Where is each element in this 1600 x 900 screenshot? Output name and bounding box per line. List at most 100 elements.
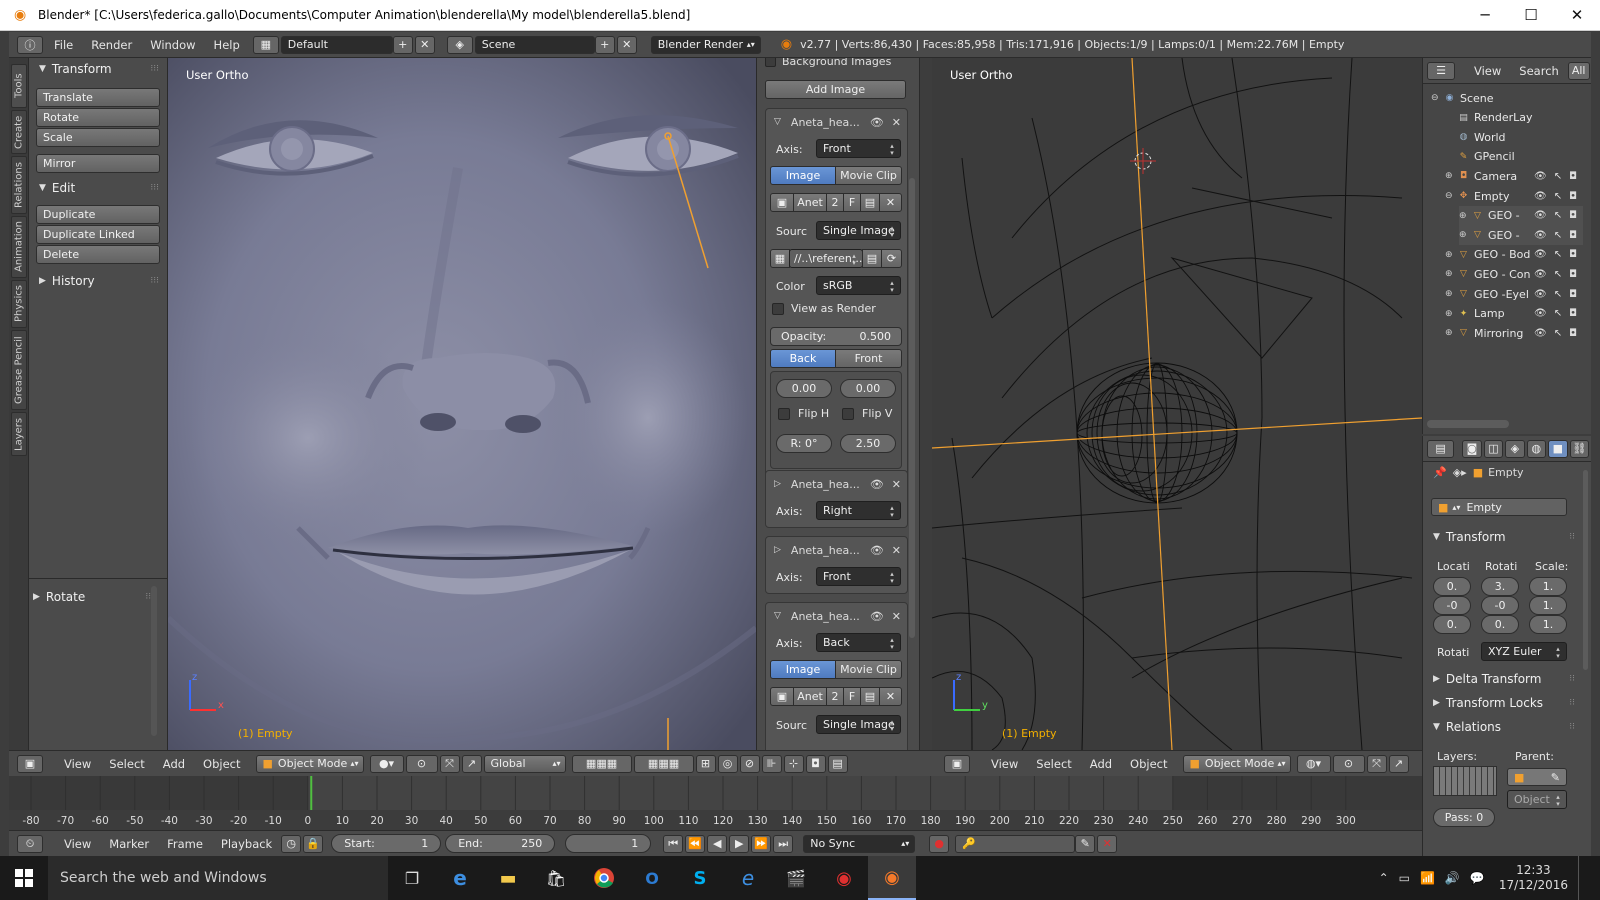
- play-icon[interactable]: ▶: [729, 834, 750, 853]
- play-reverse-icon[interactable]: ◀: [707, 834, 728, 853]
- color-space-select[interactable]: sRGB: [816, 276, 901, 295]
- scale-y-field[interactable]: 1.: [1529, 596, 1567, 615]
- orientation-select[interactable]: Global ▴▾: [483, 754, 566, 773]
- remove-scene-icon[interactable]: ✕: [616, 35, 637, 54]
- taskbar-clock[interactable]: 12:33 17/12/2016: [1499, 863, 1568, 893]
- start-frame-field[interactable]: Start: 1: [331, 834, 442, 853]
- expand-toggle-icon[interactable]: ⊕: [1445, 309, 1457, 319]
- preview-range-icon[interactable]: ◷: [281, 834, 302, 853]
- expand-toggle-icon[interactable]: ⊕: [1445, 289, 1457, 299]
- store-icon[interactable]: 🛍: [532, 856, 580, 900]
- menu-object[interactable]: Object: [194, 757, 249, 771]
- axis-select[interactable]: Front: [816, 139, 901, 158]
- selectable-arrow-icon[interactable]: ↖: [1554, 308, 1562, 319]
- visibility-eye-icon[interactable]: 👁: [1534, 230, 1547, 241]
- wifi-icon[interactable]: 📶: [1420, 871, 1435, 885]
- screen-layout-icon[interactable]: ▦: [252, 35, 279, 54]
- axis-select[interactable]: Back: [816, 633, 901, 652]
- opacity-slider[interactable]: Opacity: 0.500: [770, 327, 902, 346]
- render-anim-icon[interactable]: ▤: [827, 754, 848, 773]
- bg-images-checkbox[interactable]: [765, 58, 776, 67]
- notifications-icon[interactable]: 💬: [1470, 871, 1485, 885]
- parent-field[interactable]: ■ ✎: [1507, 768, 1567, 786]
- image-path-field[interactable]: //..\referen...: [789, 249, 863, 268]
- mode-select[interactable]: ■ Object Mode ▴▾: [1182, 754, 1291, 773]
- render-camera-icon[interactable]: ◘: [1569, 289, 1577, 300]
- rotation-y-field[interactable]: -0: [1481, 596, 1519, 615]
- movie-maker-icon[interactable]: 🎬: [772, 856, 820, 900]
- translate-manipulator-icon[interactable]: ↗: [1388, 754, 1409, 773]
- remove-layout-icon[interactable]: ✕: [414, 35, 435, 54]
- remove-icon[interactable]: ✕: [892, 610, 901, 623]
- screen-layout-field[interactable]: Default: [280, 35, 393, 54]
- outliner-item[interactable]: ⊕ ▽ GEO - 👁 ↖ ◘: [1459, 225, 1583, 246]
- editor-type-3dview-icon[interactable]: ▣: [17, 754, 43, 773]
- bg-panel-scrollbar[interactable]: [909, 178, 915, 638]
- viewport-right-wireframe[interactable]: User Ortho z y (1) Empty: [932, 58, 1422, 750]
- image-datablock-name[interactable]: Anet: [793, 687, 827, 706]
- translate-button[interactable]: Translate: [36, 88, 160, 107]
- add-scene-icon[interactable]: +: [594, 35, 615, 54]
- outliner-item[interactable]: ⊕ ◘ Camera 👁 ↖ ◘: [1445, 166, 1583, 186]
- shading-solid-icon[interactable]: ●▾: [369, 754, 404, 773]
- properties-scrollbar[interactable]: [1583, 470, 1588, 670]
- open-image-icon[interactable]: ▤: [860, 687, 880, 706]
- last-operator-panel-header[interactable]: ▶ Rotate ⁝⁝⁝: [23, 586, 162, 608]
- file-explorer-icon[interactable]: ▬: [484, 856, 532, 900]
- outliner-item[interactable]: ▤ RenderLay: [1445, 108, 1583, 128]
- menu-select[interactable]: Select: [1027, 757, 1080, 771]
- menu-render[interactable]: Render: [82, 38, 141, 52]
- image-browse-icon[interactable]: ▣: [770, 687, 794, 706]
- draw-back-toggle[interactable]: Back: [770, 349, 836, 368]
- delta-transform-header[interactable]: ▶ Delta Transform ⁝⁝: [1423, 668, 1583, 690]
- render-camera-icon[interactable]: ◘: [1569, 191, 1577, 202]
- remove-icon[interactable]: ✕: [892, 116, 901, 129]
- open-image-icon[interactable]: ▤: [860, 193, 880, 212]
- menu-help[interactable]: Help: [205, 38, 249, 52]
- sync-mode-select[interactable]: No Sync ▴▾: [803, 834, 916, 853]
- outliner-item[interactable]: ⊕ ▽ Mirroring 👁 ↖ ◘: [1445, 323, 1583, 343]
- location-z-field[interactable]: 0.: [1433, 615, 1471, 634]
- unlink-image-icon[interactable]: ✕: [879, 193, 902, 212]
- axis-select[interactable]: Right: [816, 501, 901, 520]
- selectable-arrow-icon[interactable]: ↖: [1554, 328, 1562, 339]
- taskbar-search-box[interactable]: Search the web and Windows: [48, 856, 388, 900]
- battery-icon[interactable]: ▭: [1399, 871, 1410, 885]
- menu-marker[interactable]: Marker: [100, 837, 158, 851]
- selectable-arrow-icon[interactable]: ↖: [1554, 191, 1562, 202]
- expand-triangle-icon[interactable]: ▷: [774, 545, 781, 555]
- visibility-eye-icon[interactable]: 👁: [1534, 210, 1547, 221]
- next-keyframe-icon[interactable]: ⏩: [751, 834, 772, 853]
- source-select[interactable]: Single Image: [816, 715, 901, 734]
- current-frame-field[interactable]: 1: [565, 834, 652, 853]
- media-player-icon[interactable]: ◉: [820, 856, 868, 900]
- outliner-item[interactable]: ⊕ ▽ GEO - Con 👁 ↖ ◘: [1445, 264, 1583, 284]
- record-icon[interactable]: ●: [929, 834, 950, 853]
- menu-frame[interactable]: Frame: [158, 837, 212, 851]
- render-layers-tab-icon[interactable]: ◫: [1483, 439, 1504, 458]
- image-users-count[interactable]: 2: [826, 687, 844, 706]
- menu-playback[interactable]: Playback: [212, 837, 281, 851]
- visibility-eye-icon[interactable]: 👁: [1534, 289, 1547, 300]
- render-camera-icon[interactable]: ◘: [1569, 171, 1577, 182]
- object-tab-icon[interactable]: ■: [1548, 439, 1568, 458]
- tab-relations[interactable]: Relations: [11, 156, 27, 214]
- scale-z-field[interactable]: 1.: [1529, 615, 1567, 634]
- layers-grid-2-icon[interactable]: ▦▦▦: [633, 754, 694, 773]
- timeline[interactable]: -80 -70 -60 -50 -40 -30 -20 -10 0 10 20 30 40 50 60 70 8…: [9, 776, 1422, 832]
- render-camera-icon[interactable]: ◘: [805, 754, 826, 773]
- add-layout-icon[interactable]: +: [392, 35, 413, 54]
- tab-physics[interactable]: Physics: [11, 280, 27, 328]
- task-view-icon[interactable]: ❐: [388, 856, 436, 900]
- offset-y-field[interactable]: 0.00: [840, 379, 896, 398]
- location-y-field[interactable]: -0: [1433, 596, 1471, 615]
- prev-keyframe-icon[interactable]: ⏪: [685, 834, 706, 853]
- expand-toggle-icon[interactable]: ⊕: [1459, 211, 1471, 221]
- render-camera-icon[interactable]: ◘: [1569, 308, 1577, 319]
- selectable-arrow-icon[interactable]: ↖: [1554, 289, 1562, 300]
- remove-icon[interactable]: ✕: [892, 478, 901, 491]
- skype-icon[interactable]: S: [676, 856, 724, 900]
- image-tab[interactable]: Image: [770, 660, 836, 679]
- transform-panel-header[interactable]: ▼ Transform ⁝⁝: [1423, 526, 1583, 548]
- expand-toggle-icon[interactable]: ⊕: [1445, 269, 1457, 279]
